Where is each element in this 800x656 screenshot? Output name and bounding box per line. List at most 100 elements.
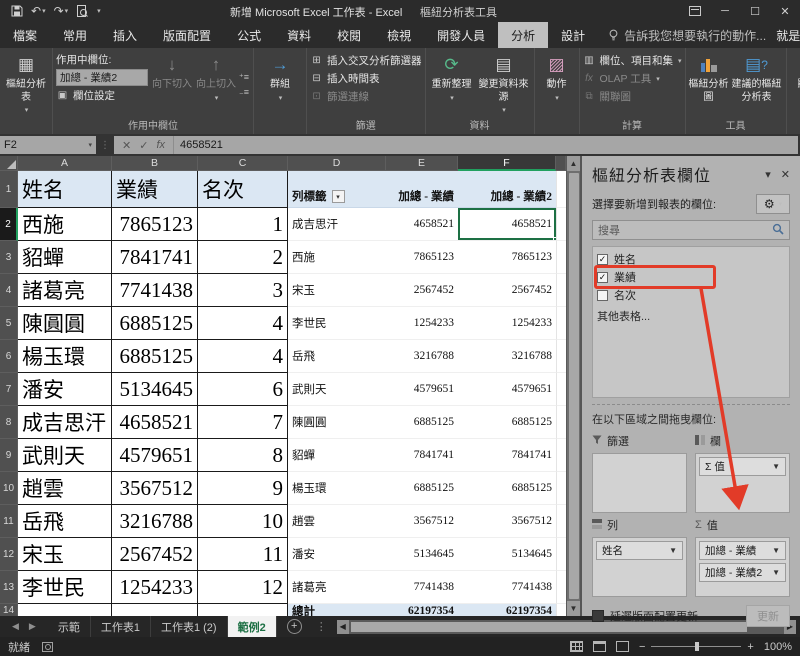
- cell-B13[interactable]: 1254233: [112, 571, 198, 604]
- zoom-slider-thumb[interactable]: [695, 642, 699, 651]
- search-input[interactable]: 搜尋: [592, 220, 790, 240]
- cell-C9[interactable]: 8: [198, 439, 288, 472]
- cell-E3[interactable]: 7865123: [386, 241, 458, 274]
- field-checkbox-名次[interactable]: [597, 290, 608, 301]
- cell-D5[interactable]: 李世民: [288, 307, 386, 340]
- cell-F12[interactable]: 5134645: [458, 538, 556, 571]
- cell-C14[interactable]: [198, 604, 288, 616]
- active-field-input[interactable]: 加總 - 業績2: [56, 69, 148, 86]
- field-item-業績[interactable]: ✓業績: [597, 268, 785, 286]
- cell-C7[interactable]: 6: [198, 373, 288, 406]
- row-header-10[interactable]: 10: [0, 472, 18, 505]
- cell-E4[interactable]: 2567452: [386, 274, 458, 307]
- cell-E13[interactable]: 7741438: [386, 571, 458, 604]
- tools-gear-button[interactable]: ⚙▾: [756, 194, 790, 214]
- show-button[interactable]: ▯ 顯示▾: [790, 50, 800, 119]
- zoom-out-icon[interactable]: −: [639, 641, 645, 653]
- cell-blank[interactable]: [556, 241, 566, 274]
- cell-C13[interactable]: 12: [198, 571, 288, 604]
- row-header-11[interactable]: 11: [0, 505, 18, 538]
- zoom-in-icon[interactable]: +: [747, 641, 753, 653]
- dropitem-arrow-icon[interactable]: ▼: [669, 546, 677, 555]
- page-break-view-icon[interactable]: [616, 641, 629, 652]
- name-box-dropdown-icon[interactable]: ▾: [88, 141, 92, 149]
- row-header-3[interactable]: 3: [0, 241, 18, 274]
- cell-A8[interactable]: 成吉思汗: [18, 406, 112, 439]
- sheet-tab-範例2[interactable]: 範例2: [228, 616, 277, 637]
- pivot-header-sum2[interactable]: 加總 - 業績2: [458, 171, 556, 208]
- account-name[interactable]: 就是教不落阿湯: [776, 27, 800, 44]
- cell-C8[interactable]: 7: [198, 406, 288, 439]
- cell-B14[interactable]: [112, 604, 198, 616]
- cell-blank[interactable]: [556, 439, 566, 472]
- change-data-source-button[interactable]: ▤ 變更資料來源▾: [477, 50, 531, 119]
- cell-D6[interactable]: 岳飛: [288, 340, 386, 373]
- drill-down-button[interactable]: ↓ 向下切入: [150, 50, 194, 119]
- cell-F9[interactable]: 7841741: [458, 439, 556, 472]
- drill-up-button[interactable]: ↑ 向上切入▾: [196, 50, 236, 119]
- vertical-scrollbar[interactable]: ▲ ▼: [566, 156, 580, 616]
- field-settings-button[interactable]: ▣欄位設定: [56, 88, 148, 103]
- column-header-F[interactable]: F: [458, 156, 556, 171]
- cell-A4[interactable]: 諸葛亮: [18, 274, 112, 307]
- cell-D10[interactable]: 楊玉環: [288, 472, 386, 505]
- ribbon-tab-公式[interactable]: 公式: [224, 22, 274, 48]
- cell-B5[interactable]: 6885125: [112, 307, 198, 340]
- columns-area-box[interactable]: Σ 值▼: [695, 453, 790, 513]
- cell-F6[interactable]: 3216788: [458, 340, 556, 373]
- cell-A13[interactable]: 李世民: [18, 571, 112, 604]
- cell-B8[interactable]: 4658521: [112, 406, 198, 439]
- field-checkbox-業績[interactable]: ✓: [597, 272, 608, 283]
- vertical-scroll-thumb[interactable]: [569, 173, 579, 599]
- cell-A14[interactable]: [18, 604, 112, 616]
- cell-F13[interactable]: 7741438: [458, 571, 556, 604]
- close-button[interactable]: ✕: [770, 0, 800, 22]
- cell-A6[interactable]: 楊玉環: [18, 340, 112, 373]
- cell-C10[interactable]: 9: [198, 472, 288, 505]
- cell-B7[interactable]: 5134645: [112, 373, 198, 406]
- cell-D4[interactable]: 宋玉: [288, 274, 386, 307]
- field-item-名次[interactable]: 名次: [597, 286, 785, 304]
- insert-function-icon[interactable]: fx: [156, 139, 165, 151]
- cell-F11[interactable]: 3567512: [458, 505, 556, 538]
- cell-D12[interactable]: 潘安: [288, 538, 386, 571]
- cell-E5[interactable]: 1254233: [386, 307, 458, 340]
- cell-D7[interactable]: 武則天: [288, 373, 386, 406]
- redo-icon[interactable]: ↷▾: [51, 1, 72, 21]
- dropitem-arrow-icon[interactable]: ▼: [772, 568, 780, 577]
- cell-D3[interactable]: 西施: [288, 241, 386, 274]
- cell-C4[interactable]: 3: [198, 274, 288, 307]
- cell-C5[interactable]: 4: [198, 307, 288, 340]
- left-table-header-0[interactable]: 姓名: [18, 171, 112, 208]
- values-area-box[interactable]: 加總 - 業績▼加總 - 業績2▼: [695, 537, 790, 597]
- column-header-B[interactable]: B: [112, 156, 198, 171]
- cell-blank[interactable]: [556, 538, 566, 571]
- pivot-total-label[interactable]: 總計: [288, 604, 386, 616]
- expand-field-icon[interactable]: ⁺≡: [239, 72, 249, 83]
- cell-F3[interactable]: 7865123: [458, 241, 556, 274]
- recommended-pivottables-button[interactable]: ▤? 建議的樞紐分析表: [731, 50, 783, 119]
- cell-A10[interactable]: 趙雲: [18, 472, 112, 505]
- tell-me-box[interactable]: 告訴我您想要執行的動作...: [598, 22, 776, 48]
- cell-blank[interactable]: [556, 406, 566, 439]
- insert-slicer-button[interactable]: ⊞插入交叉分析篩選器: [310, 53, 422, 68]
- cell-blank[interactable]: [556, 208, 566, 241]
- cell-B10[interactable]: 3567512: [112, 472, 198, 505]
- pivot-total-sum2[interactable]: 62197354: [458, 604, 556, 616]
- pivot-header-row-labels[interactable]: 列標籤▾: [288, 171, 386, 208]
- scroll-up-icon[interactable]: ▲: [567, 156, 581, 171]
- cell-C11[interactable]: 10: [198, 505, 288, 538]
- ribbon-tab-檢視[interactable]: 檢視: [374, 22, 424, 48]
- cell-B3[interactable]: 7841741: [112, 241, 198, 274]
- more-tables-link[interactable]: 其他表格...: [597, 308, 785, 324]
- row-header-2[interactable]: 2: [0, 208, 18, 241]
- pivot-header-sum1[interactable]: 加總 - 業績: [386, 171, 458, 208]
- cell-B6[interactable]: 6885125: [112, 340, 198, 373]
- filters-area-box[interactable]: [592, 453, 687, 513]
- ribbon-display-options-icon[interactable]: [680, 0, 710, 22]
- cell-blank[interactable]: [556, 340, 566, 373]
- cell-D2[interactable]: 成吉思汗: [288, 208, 386, 241]
- rows-area-box[interactable]: 姓名▼: [592, 537, 687, 597]
- column-header-A[interactable]: A: [18, 156, 112, 171]
- cell-D8[interactable]: 陳圓圓: [288, 406, 386, 439]
